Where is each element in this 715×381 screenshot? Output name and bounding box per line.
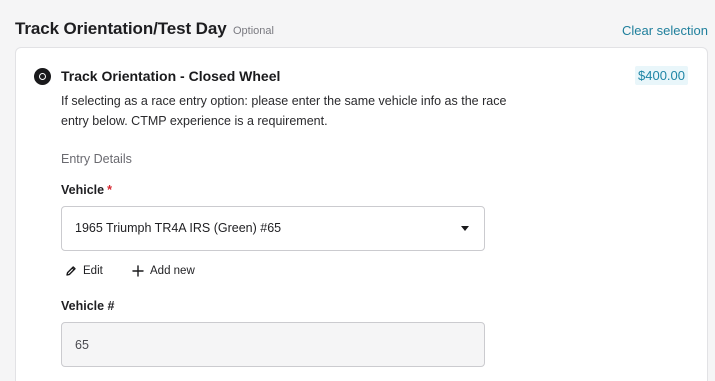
edit-label: Edit — [83, 265, 103, 277]
pencil-icon — [65, 265, 77, 277]
section-header: Track Orientation/Test Day Optional Clea… — [15, 18, 708, 44]
page: Track Orientation/Test Day Optional Clea… — [0, 0, 715, 381]
required-marker: * — [107, 183, 112, 197]
option-description-line-1: If selecting as a race entry option: ple… — [61, 94, 507, 108]
vehicle-number-field[interactable]: 65 — [61, 322, 485, 367]
option-description-line-2: entry below. CTMP experience is a requir… — [61, 114, 328, 128]
edit-vehicle-button[interactable]: Edit — [65, 265, 103, 277]
clear-selection-link[interactable]: Clear selection — [622, 23, 708, 38]
entry-details-heading: Entry Details — [61, 152, 132, 166]
vehicle-number-label: Vehicle # — [61, 299, 115, 313]
vehicle-label-text: Vehicle — [61, 183, 105, 197]
option-card: Track Orientation - Closed Wheel $400.00… — [15, 47, 708, 381]
chevron-down-icon — [461, 226, 469, 231]
vehicle-select[interactable]: 1965 Triumph TR4A IRS (Green) #65 — [61, 206, 485, 251]
plus-icon — [132, 265, 144, 277]
option-description: If selecting as a race entry option: ple… — [61, 91, 561, 131]
option-title[interactable]: Track Orientation - Closed Wheel — [61, 68, 280, 84]
add-new-label: Add new — [150, 265, 195, 277]
vehicle-select-value: 1965 Triumph TR4A IRS (Green) #65 — [75, 221, 282, 235]
radio-selected-icon[interactable] — [34, 68, 51, 85]
add-vehicle-button[interactable]: Add new — [132, 265, 195, 277]
vehicle-label: Vehicle * — [61, 183, 112, 197]
option-price-badge: $400.00 — [635, 66, 688, 85]
vehicle-number-value: 65 — [75, 338, 89, 352]
section-title: Track Orientation/Test Day — [15, 19, 227, 38]
optional-label: Optional — [233, 25, 274, 37]
